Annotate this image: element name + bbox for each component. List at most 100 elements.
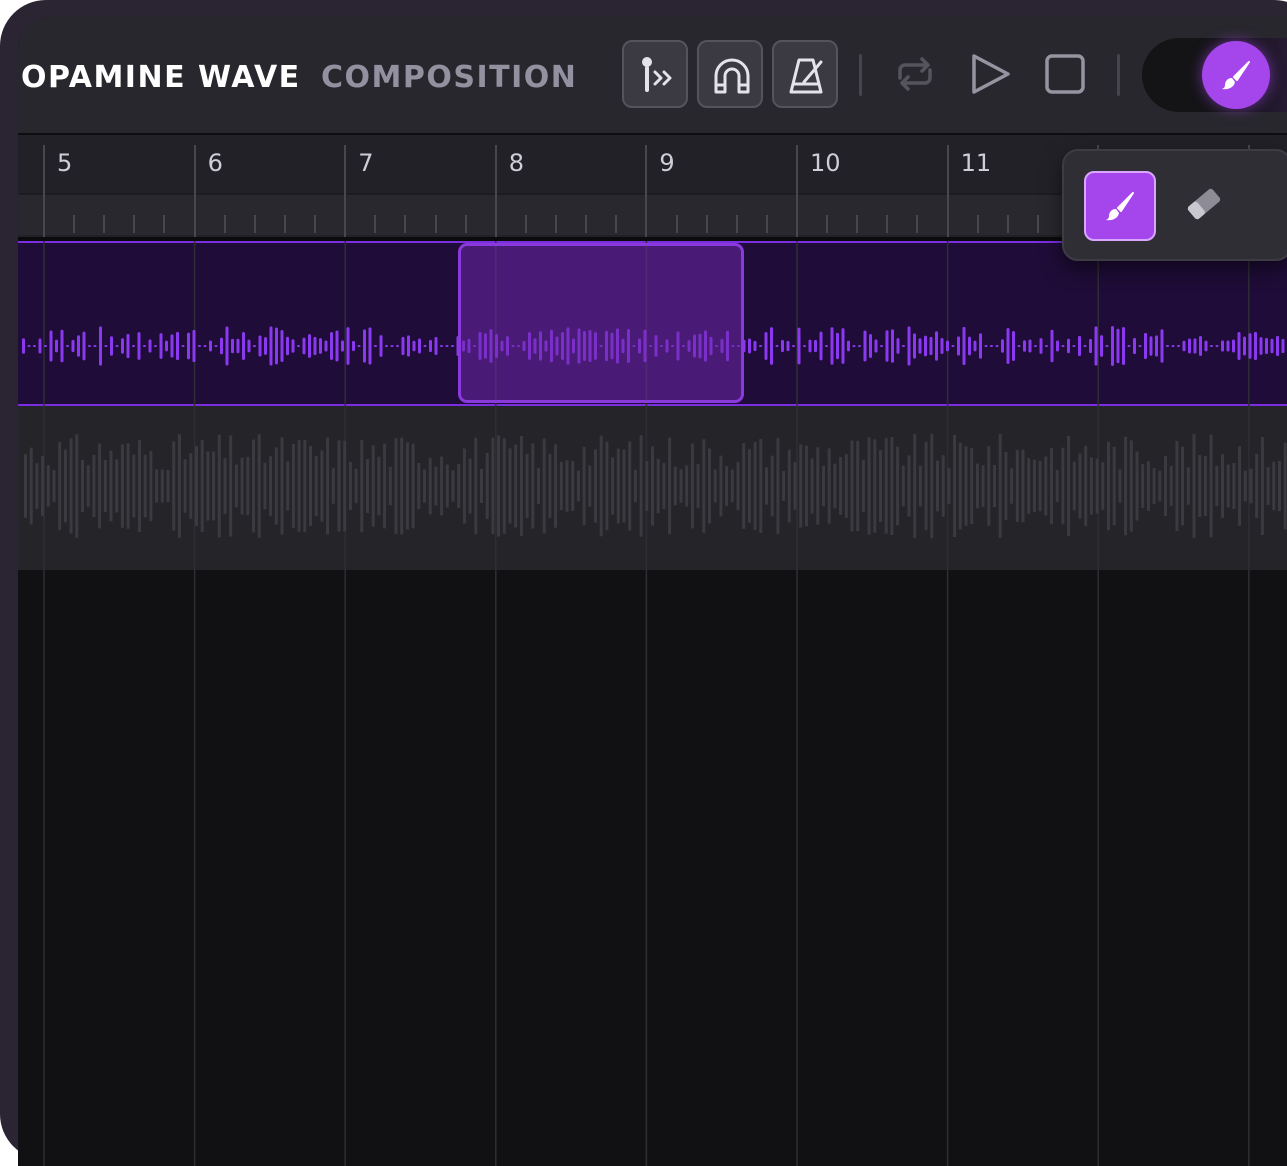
waveform-bar — [953, 434, 957, 538]
waveform-bar — [770, 327, 773, 365]
waveform-bar — [166, 470, 170, 502]
waveform-bar — [947, 468, 951, 504]
eraser-tool-button[interactable] — [1168, 171, 1240, 241]
waveform-bar — [280, 437, 284, 535]
waveform-bar — [622, 449, 626, 523]
waveform-bar — [1122, 326, 1125, 366]
waveform-bar — [924, 441, 928, 531]
waveform-bar — [428, 457, 432, 515]
tool-popover — [1062, 149, 1287, 261]
waveform-bar — [1118, 469, 1122, 503]
waveform-bar — [1015, 450, 1019, 522]
waveform-bar — [907, 326, 911, 366]
waveform-bar — [33, 345, 36, 347]
waveform-bar — [907, 455, 911, 517]
waveform-bar — [861, 459, 865, 513]
waveform-bar — [132, 454, 136, 518]
waveform-bar — [847, 340, 850, 352]
waveform-bar — [594, 449, 597, 523]
waveform-bar — [611, 457, 615, 515]
waveform-bar — [1067, 338, 1070, 354]
waveform-bar — [941, 455, 945, 517]
waveform-bar — [542, 438, 546, 534]
waveform-bar — [1032, 459, 1036, 513]
waveform-bar — [1028, 339, 1032, 353]
waveform-bar — [348, 462, 352, 510]
waveform-bar — [725, 466, 729, 506]
selected-region[interactable] — [458, 243, 744, 403]
waveform-bar — [434, 337, 438, 355]
waveform-bar — [99, 326, 102, 366]
waveform-bar — [1044, 456, 1048, 516]
waveform-bar — [240, 457, 244, 515]
brush-icon — [1106, 192, 1134, 221]
waveform-bar — [82, 331, 86, 361]
waveform-bar — [525, 453, 529, 519]
waveform-bar — [388, 466, 392, 506]
waveform-bar — [335, 330, 339, 362]
waveform-bar — [81, 460, 84, 512]
waveform-bar — [1237, 331, 1241, 361]
waveform-bar — [651, 446, 654, 526]
brush-tool-button[interactable] — [1084, 171, 1156, 241]
waveform-bar — [86, 465, 90, 507]
waveform-bar — [354, 468, 358, 504]
waveform-bar — [291, 444, 295, 528]
waveform-bar — [799, 444, 803, 528]
waveform-bar — [1210, 345, 1213, 347]
waveform-bar — [1232, 463, 1236, 509]
waveform-bar — [115, 459, 119, 513]
waveform-bar — [77, 335, 80, 357]
waveform-bar — [374, 345, 377, 347]
waveform-bar — [605, 441, 609, 531]
waveform-bar — [1166, 345, 1169, 347]
waveform-bar — [1281, 338, 1285, 354]
waveform-bar — [401, 336, 405, 356]
waveform-bar — [451, 345, 454, 347]
waveform-bar — [303, 439, 307, 533]
waveform-bar — [1260, 436, 1264, 536]
waveform-bar — [411, 443, 415, 529]
waveform-bar — [753, 442, 757, 530]
waveform-bar — [280, 329, 284, 363]
waveform-bar — [984, 345, 988, 347]
waveform-bar — [286, 461, 290, 511]
waveform-bar — [109, 450, 113, 522]
waveform-bar — [599, 435, 603, 537]
waveform-bar — [252, 439, 255, 533]
waveform-bar — [337, 440, 341, 532]
waveform-bar — [1272, 461, 1276, 511]
waveform-bar — [1221, 454, 1224, 518]
waveform-bar — [856, 440, 860, 532]
waveform-bar — [776, 438, 780, 534]
waveform-bar — [830, 327, 834, 365]
waveform-bar — [468, 458, 472, 514]
waveform-bar — [764, 331, 768, 361]
waveform-bar — [1061, 447, 1065, 525]
waveform-bar — [797, 327, 801, 365]
waveform-bar — [1226, 464, 1230, 508]
waveform-bar — [160, 469, 164, 503]
waveform-bar — [759, 439, 763, 533]
waveform-bar — [962, 326, 966, 366]
waveform-bar — [816, 447, 820, 525]
waveform-bar — [645, 461, 649, 511]
waveform-bar — [852, 345, 856, 347]
waveform-bar — [970, 447, 974, 525]
waveform-bar — [330, 331, 333, 361]
waveform-bar — [474, 437, 478, 535]
waveform-bar — [423, 345, 427, 347]
waveform-bar — [782, 470, 786, 502]
waveform-bar — [264, 337, 267, 355]
waveform-bar — [383, 443, 387, 529]
waveform-bar — [309, 446, 312, 526]
waveform-bar — [132, 345, 135, 347]
waveform-bar — [1152, 468, 1156, 504]
waveform-bar — [69, 438, 73, 534]
waveform-bar — [775, 345, 779, 347]
waveform-bar — [88, 345, 91, 347]
waveform-bar — [154, 345, 157, 347]
waveform-bar — [206, 451, 210, 521]
waveform-bar — [143, 454, 147, 518]
waveform-bar — [918, 465, 922, 507]
